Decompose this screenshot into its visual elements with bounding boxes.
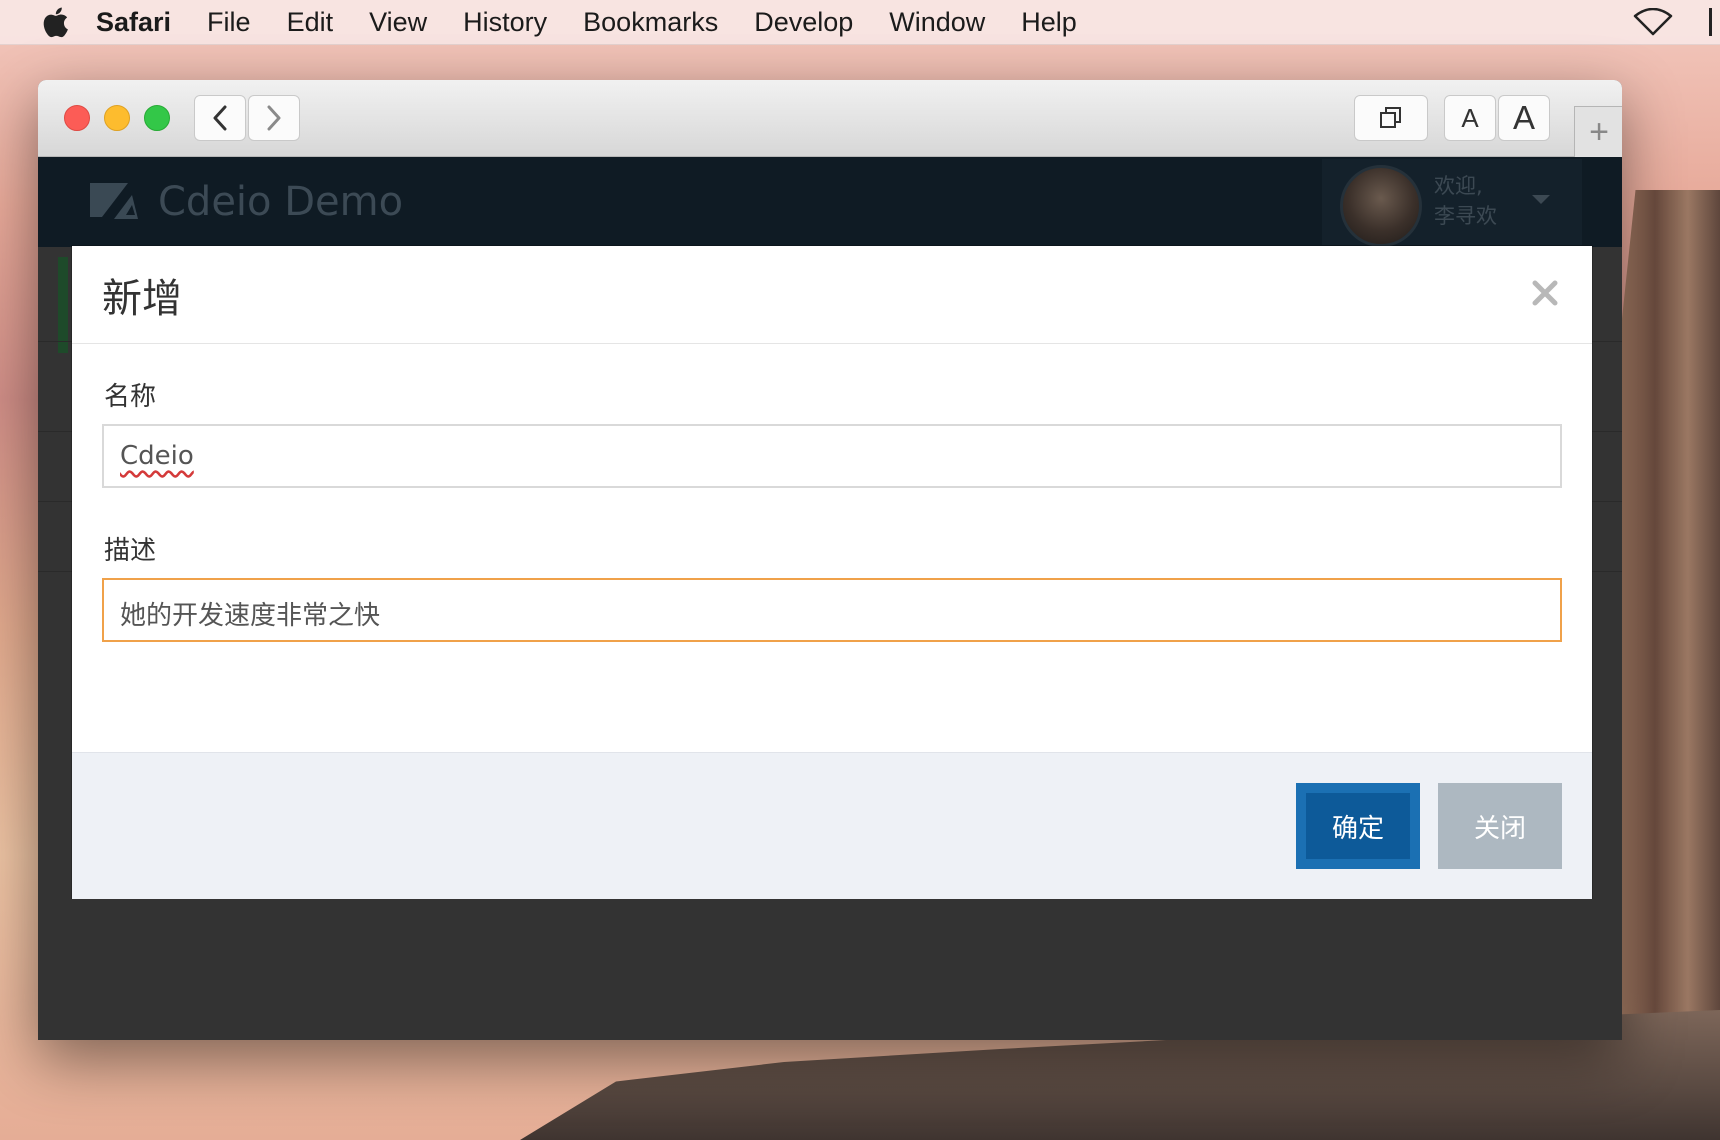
menu-edit[interactable]: Edit	[287, 7, 334, 38]
name-input[interactable]: Cdeio	[102, 424, 1562, 488]
avatar	[1340, 165, 1422, 247]
menu-history[interactable]: History	[463, 7, 547, 38]
wifi-icon[interactable]	[1632, 8, 1674, 36]
apple-icon[interactable]	[40, 6, 70, 38]
description-label: 描述	[104, 536, 157, 566]
menu-bookmarks[interactable]: Bookmarks	[583, 7, 718, 38]
description-input[interactable]: 她的开发速度非常之快	[102, 578, 1562, 642]
app-title: Cdeio Demo	[158, 179, 404, 225]
menu-window[interactable]: Window	[889, 7, 985, 38]
forward-button[interactable]	[248, 95, 300, 141]
close-button[interactable]: 关闭	[1438, 783, 1562, 869]
close-button-label: 关闭	[1473, 813, 1526, 844]
close-window-button[interactable]	[64, 105, 90, 131]
dialog-title: 新增	[102, 276, 182, 322]
name-label: 名称	[104, 382, 157, 412]
confirm-button[interactable]: 确定	[1296, 783, 1420, 869]
app-header: Cdeio Demo 欢迎, 李寻欢	[38, 157, 1622, 247]
name-input-value: Cdeio	[120, 441, 194, 471]
show-tabs-button[interactable]	[1354, 95, 1428, 141]
description-input-value: 她的开发速度非常之快	[120, 601, 381, 631]
bigger-text-button[interactable]: A	[1498, 95, 1550, 141]
logo-icon	[90, 183, 138, 219]
confirm-button-label: 确定	[1331, 813, 1384, 844]
back-button[interactable]	[194, 95, 246, 141]
caret-down-icon	[1532, 195, 1550, 204]
welcome-text: 欢迎, 李寻欢	[1434, 171, 1497, 231]
dialog-header: 新增	[72, 246, 1592, 344]
browser-toolbar: A A +	[38, 80, 1622, 157]
tabs-icon	[1380, 107, 1401, 128]
welcome-greeting: 欢迎,	[1434, 174, 1483, 198]
menu-view[interactable]: View	[369, 7, 427, 38]
menu-develop[interactable]: Develop	[754, 7, 853, 38]
user-menu[interactable]: 欢迎, 李寻欢	[1322, 159, 1582, 247]
menu-help[interactable]: Help	[1021, 7, 1077, 38]
back-icon	[213, 105, 227, 131]
minimize-window-button[interactable]	[104, 105, 130, 131]
add-dialog: 新增 名称 Cdeio 描述 她的开发速度非常之快 确定 关闭	[72, 246, 1592, 899]
battery-icon[interactable]	[1709, 8, 1720, 36]
background-page-accent	[58, 257, 68, 353]
menu-file[interactable]: File	[207, 7, 251, 38]
dialog-footer: 确定 关闭	[72, 752, 1592, 899]
new-tab-button[interactable]: +	[1574, 106, 1622, 157]
forward-icon	[267, 105, 281, 131]
smaller-text-button[interactable]: A	[1444, 95, 1496, 141]
zoom-window-button[interactable]	[144, 105, 170, 131]
menu-bar: Safari File Edit View History Bookmarks …	[0, 0, 1720, 45]
close-dialog-button[interactable]	[1528, 276, 1562, 310]
menu-app-safari[interactable]: Safari	[96, 7, 171, 38]
user-name: 李寻欢	[1434, 204, 1497, 228]
close-icon	[1532, 280, 1558, 306]
